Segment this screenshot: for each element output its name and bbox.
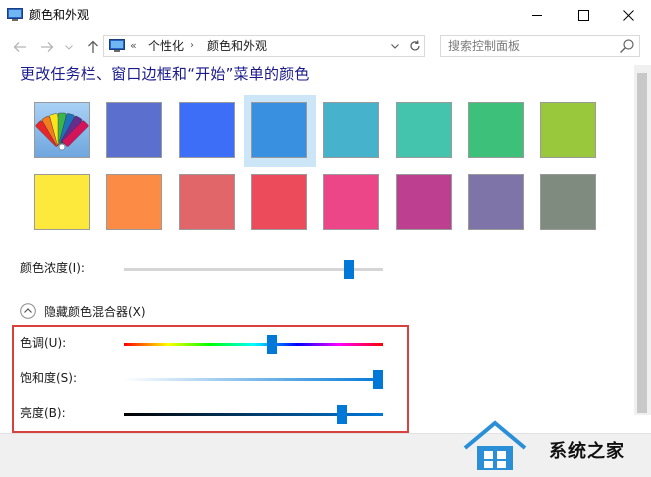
saturation-slider-thumb[interactable] — [373, 370, 383, 389]
color-swatch[interactable] — [99, 95, 171, 167]
color-swatch[interactable] — [461, 95, 533, 167]
swatch-color — [323, 174, 379, 230]
up-arrow-icon — [88, 40, 98, 53]
saturation-label: 饱和度(S): — [20, 371, 78, 385]
swatch-color — [468, 174, 524, 230]
color-mixer-toggle[interactable]: 隐藏颜色混合器(X) — [44, 304, 146, 320]
breadcrumb-color-appearance[interactable]: 颜色和外观 — [207, 39, 267, 53]
brightness-label: 亮度(B): — [20, 406, 66, 420]
swatch-color — [323, 102, 379, 158]
color-swatch[interactable] — [316, 95, 388, 167]
display-color-icon — [109, 39, 125, 52]
saturation-slider-track[interactable] — [124, 378, 383, 381]
search-box[interactable] — [440, 35, 640, 57]
address-bar[interactable]: « 个性化 › 颜色和外观 — [103, 35, 425, 57]
chevron-down-icon — [65, 44, 73, 50]
minimize-button[interactable] — [514, 0, 560, 30]
swatch-color — [396, 102, 452, 158]
custom-color-swatch[interactable] — [27, 95, 99, 167]
swatch-color — [396, 174, 452, 230]
swatch-color — [106, 102, 162, 158]
search-icon[interactable] — [619, 38, 635, 54]
page-title: 更改任务栏、窗口边框和“开始”菜单的颜色 — [20, 65, 310, 83]
display-color-icon — [7, 8, 23, 21]
color-swatch[interactable] — [389, 167, 461, 239]
color-swatch[interactable] — [99, 167, 171, 239]
maximize-icon — [577, 9, 589, 21]
forward-button[interactable] — [38, 38, 56, 56]
breadcrumb-personalization[interactable]: 个性化 — [148, 39, 184, 53]
recent-locations-button[interactable] — [63, 38, 75, 56]
intensity-slider-thumb[interactable] — [344, 260, 354, 279]
swatch-color — [34, 102, 90, 158]
address-overflow[interactable]: « — [130, 39, 137, 53]
collapse-chevron-icon[interactable] — [20, 303, 36, 319]
swatch-color — [540, 174, 596, 230]
swatch-color — [540, 102, 596, 158]
address-dropdown-button[interactable] — [386, 36, 404, 56]
hue-label: 色调(U): — [20, 336, 67, 350]
window-title: 颜色和外观 — [29, 8, 90, 22]
hue-slider-thumb[interactable] — [267, 335, 277, 354]
scrollbar-thumb[interactable] — [637, 73, 647, 413]
watermark-text: 系统之家 — [549, 441, 625, 462]
color-palette-icon — [35, 112, 89, 151]
close-icon — [622, 9, 634, 21]
maximize-button[interactable] — [560, 0, 606, 30]
swatch-color — [106, 174, 162, 230]
minimize-icon — [531, 14, 542, 16]
color-swatch[interactable] — [461, 167, 533, 239]
swatch-color — [179, 102, 235, 158]
color-swatch[interactable] — [389, 95, 461, 167]
brightness-slider-thumb[interactable] — [337, 405, 347, 424]
color-swatch[interactable] — [533, 167, 605, 239]
swatch-color — [251, 174, 307, 230]
back-button[interactable] — [11, 38, 29, 56]
up-button[interactable] — [84, 38, 102, 56]
refresh-button[interactable] — [406, 36, 424, 56]
color-swatch[interactable] — [244, 95, 316, 167]
search-input[interactable] — [441, 36, 617, 56]
color-swatch[interactable] — [172, 167, 244, 239]
refresh-icon — [410, 40, 420, 51]
swatch-color — [468, 102, 524, 158]
color-swatch[interactable] — [244, 167, 316, 239]
back-arrow-icon — [13, 42, 26, 52]
intensity-label: 颜色浓度(I): — [20, 261, 85, 275]
title-bar: 颜色和外观 — [0, 0, 651, 30]
hue-slider-track[interactable] — [124, 343, 383, 346]
color-swatch[interactable] — [316, 167, 388, 239]
color-swatch[interactable] — [27, 167, 99, 239]
swatch-color — [179, 174, 235, 230]
close-button[interactable] — [605, 0, 651, 30]
color-swatch[interactable] — [533, 95, 605, 167]
chevron-down-icon — [391, 43, 399, 49]
swatch-color — [251, 102, 307, 158]
forward-arrow-icon — [41, 42, 54, 52]
breadcrumb-separator[interactable]: › — [190, 39, 194, 53]
color-swatch[interactable] — [172, 95, 244, 167]
swatch-color — [34, 174, 90, 230]
